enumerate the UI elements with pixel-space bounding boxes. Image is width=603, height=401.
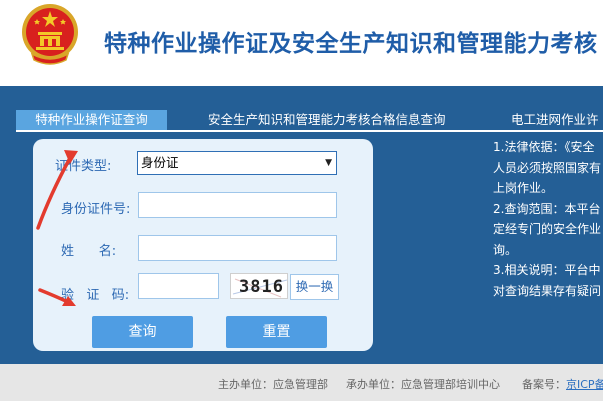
footer-organizer: 承办单位：应急管理部培训中心 (346, 378, 500, 391)
cert-type-label: 证件类型: (55, 159, 112, 174)
footer-icp-label: 备案号： (522, 378, 566, 391)
name-label: 姓 名: (61, 244, 117, 259)
cert-type-value: 身份证 (141, 155, 179, 170)
footer-host: 主办单位：应急管理部 (218, 378, 328, 391)
info-line: 2.查询范围：本平台 (493, 201, 601, 216)
name-input[interactable] (138, 235, 337, 261)
tab-divider (16, 130, 603, 132)
query-button[interactable]: 查询 (92, 316, 193, 348)
chevron-down-icon: ▼ (325, 158, 332, 168)
id-number-input[interactable] (138, 192, 337, 218)
info-line: 询。 (493, 242, 518, 257)
cert-type-select[interactable]: 身份证 ▼ (137, 151, 337, 175)
captcha-input[interactable] (138, 273, 219, 299)
captcha-image[interactable]: 3816 (230, 273, 288, 299)
info-line: 1.法律依据：《安全 (493, 140, 595, 154)
refresh-captcha-button[interactable]: 换一换 (290, 274, 339, 300)
tab-special-operation-query[interactable]: 特种作业操作证查询 (16, 110, 167, 130)
site-title: 特种作业操作证及安全生产知识和管理能力考核 (104, 31, 598, 57)
tab-safety-knowledge-query[interactable]: 安全生产知识和管理能力考核合格信息查询 (208, 110, 446, 130)
info-line: 上岗作业。 (493, 181, 554, 195)
reset-button[interactable]: 重置 (226, 316, 327, 348)
footer-icp: 备案号：京ICP备 (522, 376, 603, 392)
info-line: 人员必须按照国家有 (493, 160, 602, 175)
tab-electrician-permit[interactable]: 电工进网作业许 (511, 110, 599, 130)
query-instructions: 1.法律依据：《安全 人员必须按照国家有 上岗作业。 2.查询范围：本平台 定经… (493, 137, 603, 301)
info-line: 对查询结果存有疑问 (493, 283, 602, 298)
info-line: 定经专门的安全作业 (493, 222, 602, 236)
captcha-code: 3816 (239, 277, 284, 297)
national-emblem-icon (22, 4, 78, 65)
info-line: 3.相关说明：平台中 (493, 263, 601, 277)
id-number-label: 身份证件号: (61, 202, 131, 217)
footer-icp-link[interactable]: 京ICP备 (566, 378, 603, 391)
captcha-label: 验 证 码: (61, 288, 130, 303)
site-header: 特种作业操作证及安全生产知识和管理能力考核 (0, 0, 603, 86)
